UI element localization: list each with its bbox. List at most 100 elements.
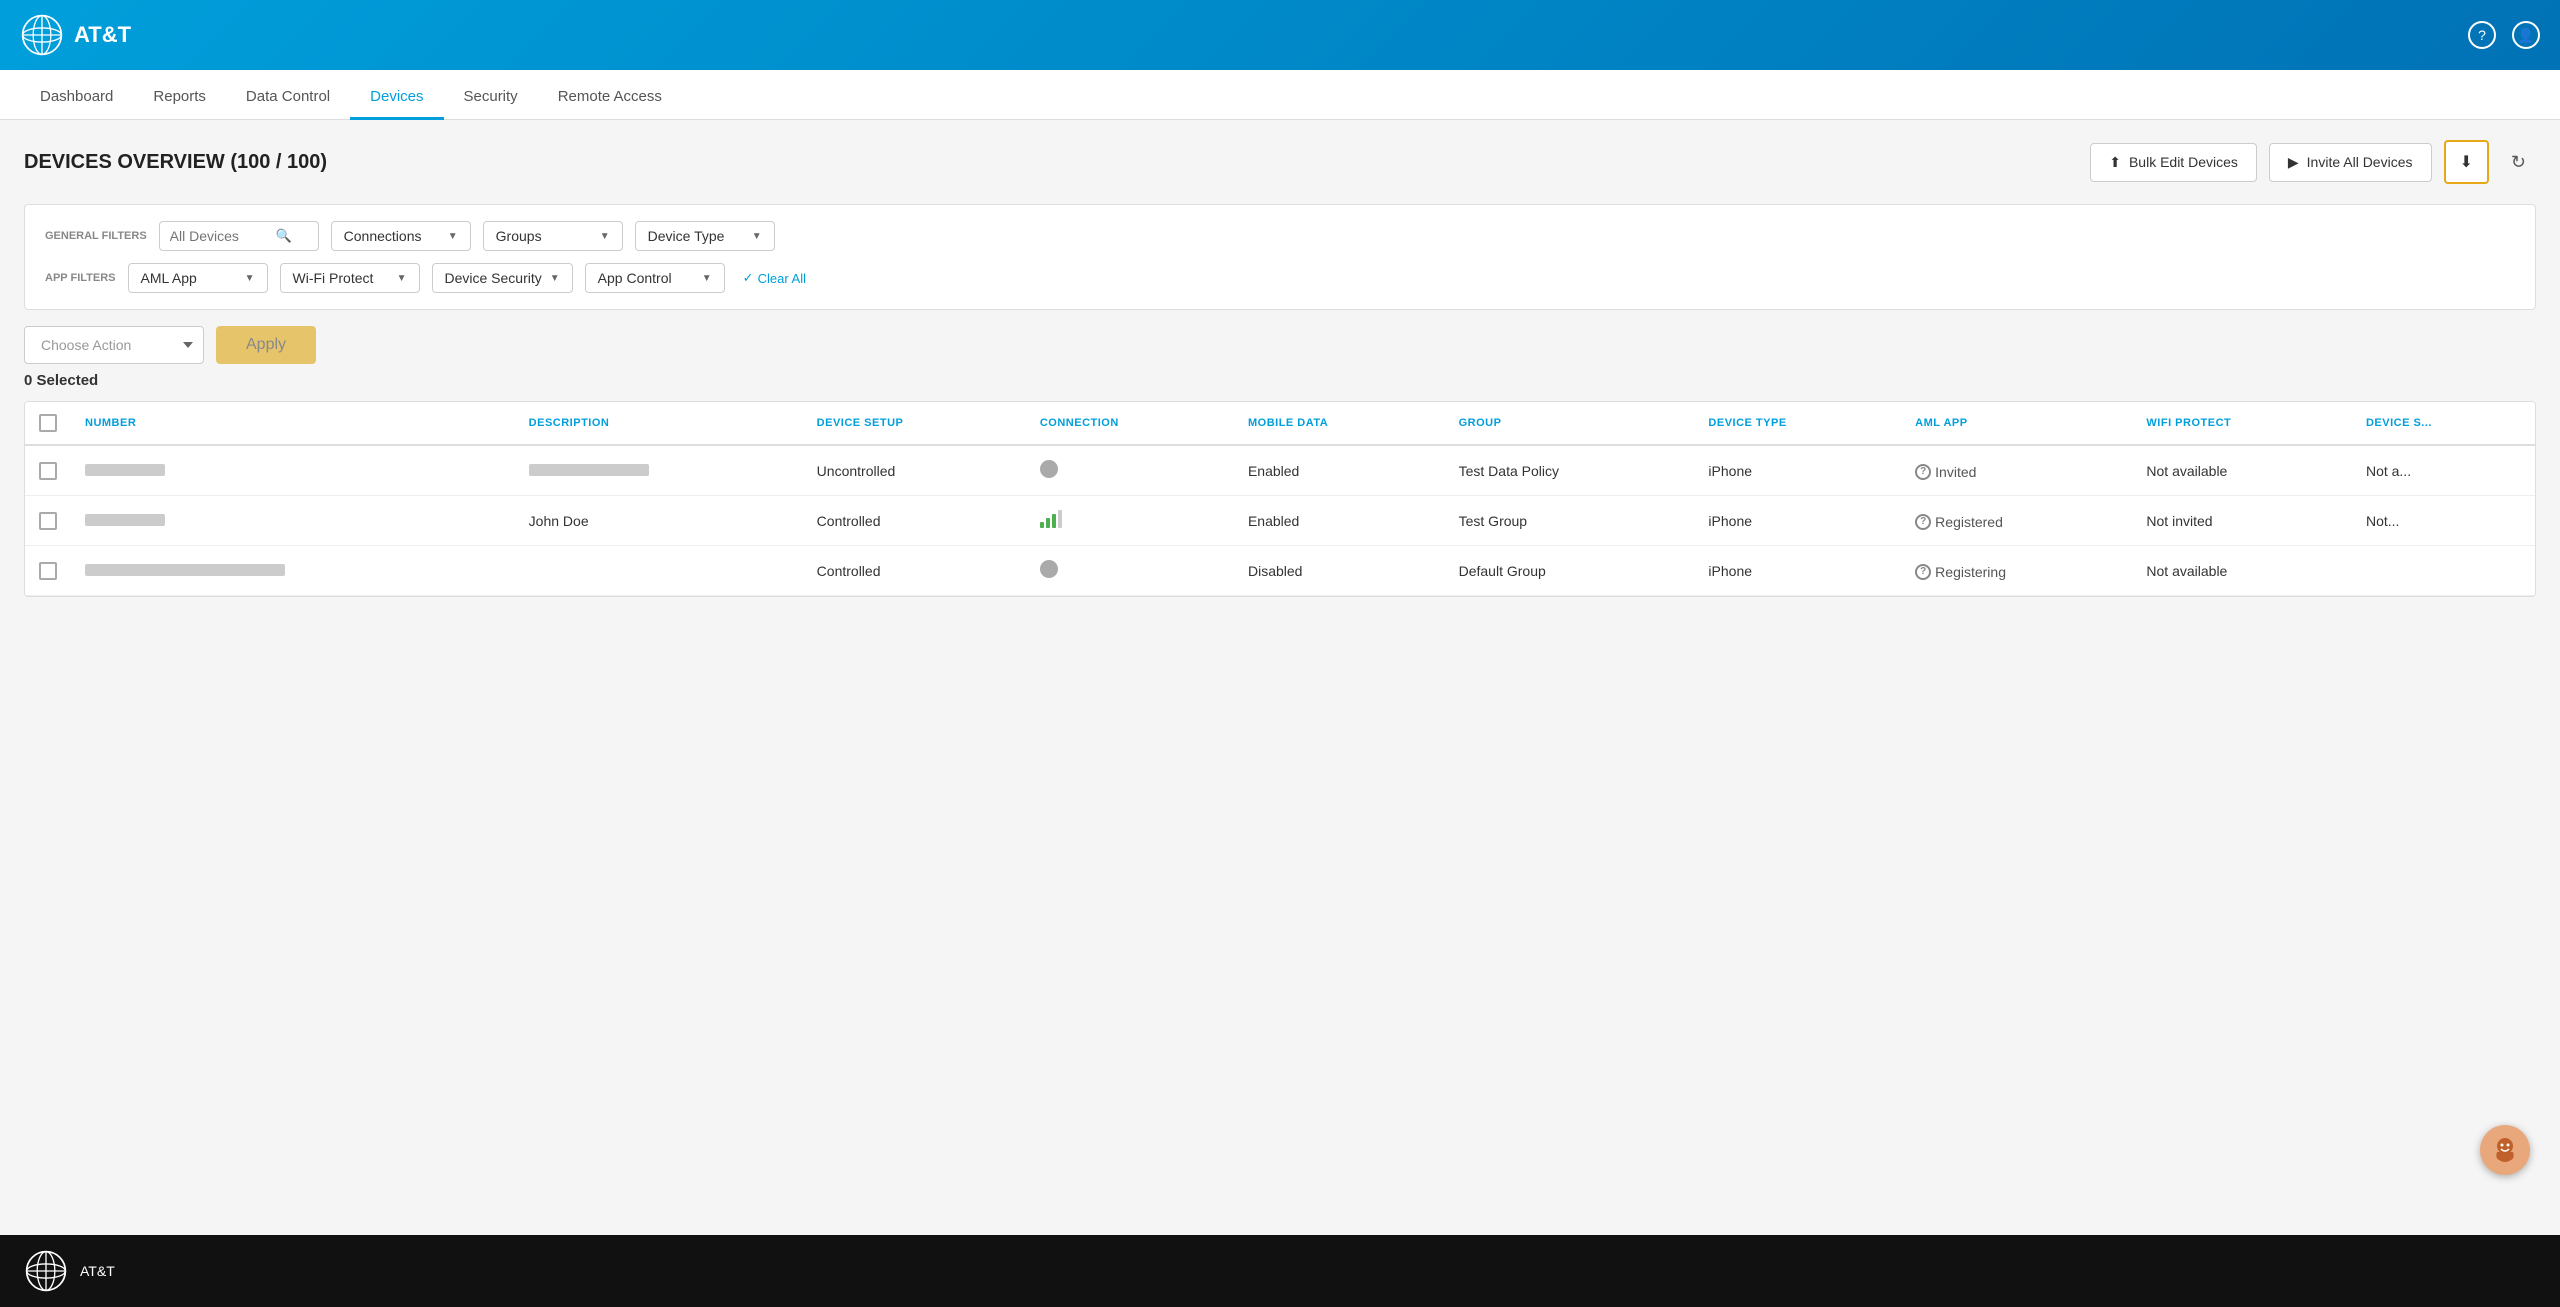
row2-aml-app: ? Registered	[1901, 496, 2132, 546]
selected-number: 0	[24, 372, 32, 389]
row1-group: Test Data Policy	[1445, 445, 1695, 496]
nav-dashboard[interactable]: Dashboard	[20, 76, 133, 120]
row3-connection-dot	[1040, 560, 1058, 578]
row3-number-redacted	[85, 564, 285, 576]
row1-aml-icon: ? Invited	[1915, 464, 1976, 480]
col-checkbox	[25, 402, 71, 445]
row1-device-security: Not a...	[2352, 445, 2535, 496]
col-connection[interactable]: CONNECTION	[1026, 402, 1234, 445]
row3-description	[515, 546, 803, 596]
choose-action-select[interactable]: Choose Action	[24, 326, 204, 364]
clear-all-label: Clear All	[758, 271, 806, 286]
filters-section: GENERAL FILTERS 🔍 Connections ▼ Groups ▼…	[24, 204, 2536, 310]
invite-all-button[interactable]: ▶ Invite All Devices	[2269, 143, 2432, 182]
general-filters-label: GENERAL FILTERS	[45, 229, 147, 243]
aml-app-label: AML App	[141, 270, 197, 286]
app-filters-label: APP FILTERS	[45, 271, 116, 285]
row2-aml-status: Registered	[1935, 514, 2003, 530]
chatbot-button[interactable]	[2480, 1125, 2530, 1175]
bulk-edit-button[interactable]: ⬆ Bulk Edit Devices	[2090, 143, 2257, 182]
row2-wifi-protect: Not invited	[2132, 496, 2352, 546]
groups-label: Groups	[496, 228, 542, 244]
signal-bar-4	[1058, 510, 1062, 528]
device-security-dropdown[interactable]: Device Security ▼	[432, 263, 573, 293]
nav-data-control[interactable]: Data Control	[226, 76, 350, 120]
row1-description	[515, 445, 803, 496]
row2-number	[71, 496, 515, 546]
row1-aml-status: Invited	[1935, 464, 1976, 480]
row2-checkbox-cell	[25, 496, 71, 546]
help-icon[interactable]: ?	[2468, 21, 2496, 49]
clear-all-button[interactable]: ✓ Clear All	[737, 264, 812, 292]
row3-question-icon: ?	[1915, 564, 1931, 580]
groups-dropdown[interactable]: Groups ▼	[483, 221, 623, 251]
col-device-type[interactable]: DEVICE TYPE	[1694, 402, 1901, 445]
row1-checkbox[interactable]	[39, 462, 57, 480]
col-aml-app[interactable]: AML APP	[1901, 402, 2132, 445]
row3-aml-status: Registering	[1935, 564, 2006, 580]
main-content: DEVICES OVERVIEW (100 / 100) ⬆ Bulk Edit…	[0, 120, 2560, 1235]
col-device-security[interactable]: DEVICE S...	[2352, 402, 2535, 445]
chevron-down-icon: ▼	[550, 273, 560, 284]
row2-group: Test Group	[1445, 496, 1695, 546]
send-icon: ▶	[2288, 154, 2299, 171]
wifi-protect-dropdown[interactable]: Wi-Fi Protect ▼	[280, 263, 420, 293]
row1-device-setup: Uncontrolled	[803, 445, 1026, 496]
row2-description: John Doe	[515, 496, 803, 546]
app-control-dropdown[interactable]: App Control ▼	[585, 263, 725, 293]
apply-button[interactable]: Apply	[216, 326, 316, 364]
col-mobile-data[interactable]: MOBILE DATA	[1234, 402, 1445, 445]
col-device-setup[interactable]: DEVICE SETUP	[803, 402, 1026, 445]
row2-device-security: Not...	[2352, 496, 2535, 546]
aml-app-dropdown[interactable]: AML App ▼	[128, 263, 268, 293]
nav-security[interactable]: Security	[444, 76, 538, 120]
chatbot-icon	[2491, 1136, 2519, 1164]
row1-aml-app: ? Invited	[1901, 445, 2132, 496]
row1-connection-dot	[1040, 460, 1058, 478]
chevron-down-icon: ▼	[752, 231, 762, 242]
search-box[interactable]: 🔍	[159, 221, 319, 251]
row3-checkbox[interactable]	[39, 562, 57, 580]
selected-label: Selected	[37, 372, 99, 389]
row1-connection	[1026, 445, 1234, 496]
nav-devices[interactable]: Devices	[350, 76, 443, 120]
nav-remote-access[interactable]: Remote Access	[538, 76, 682, 120]
row2-question-icon: ?	[1915, 514, 1931, 530]
col-number[interactable]: NUMBER	[71, 402, 515, 445]
page-title: DEVICES OVERVIEW (100 / 100)	[24, 151, 2090, 174]
selected-count: 0 Selected	[24, 372, 2536, 389]
row2-connection	[1026, 496, 1234, 546]
table-body: Uncontrolled Enabled Test Data Policy iP…	[25, 445, 2535, 596]
refresh-button[interactable]: ↻	[2501, 144, 2536, 181]
download-button[interactable]: ⬇	[2444, 140, 2489, 184]
col-wifi-protect[interactable]: WIFI PROTECT	[2132, 402, 2352, 445]
app-control-label: App Control	[598, 270, 672, 286]
user-icon[interactable]: 👤	[2512, 21, 2540, 49]
chevron-down-icon: ▼	[600, 231, 610, 242]
row1-question-icon: ?	[1915, 464, 1931, 480]
nav-reports[interactable]: Reports	[133, 76, 226, 120]
row3-aml-icon: ? Registering	[1915, 564, 2006, 580]
invite-all-label: Invite All Devices	[2307, 154, 2413, 170]
row2-mobile-data: Enabled	[1234, 496, 1445, 546]
table-row: Controlled Disabled Default Group iPhone…	[25, 546, 2535, 596]
header-icons: ? 👤	[2468, 21, 2540, 49]
device-type-label: Device Type	[648, 228, 725, 244]
col-description[interactable]: DESCRIPTION	[515, 402, 803, 445]
upload-icon: ⬆	[2109, 154, 2121, 171]
bulk-edit-label: Bulk Edit Devices	[2129, 154, 2238, 170]
general-filters-row: GENERAL FILTERS 🔍 Connections ▼ Groups ▼…	[45, 221, 2515, 251]
row3-connection	[1026, 546, 1234, 596]
row2-checkbox[interactable]	[39, 512, 57, 530]
chevron-down-icon: ▼	[448, 231, 458, 242]
col-group[interactable]: GROUP	[1445, 402, 1695, 445]
device-type-dropdown[interactable]: Device Type ▼	[635, 221, 775, 251]
row2-device-setup: Controlled	[803, 496, 1026, 546]
devices-table-container: NUMBER DESCRIPTION DEVICE SETUP CONNECTI…	[24, 401, 2536, 597]
row3-group: Default Group	[1445, 546, 1695, 596]
search-input[interactable]	[170, 228, 270, 244]
select-all-checkbox[interactable]	[39, 414, 57, 432]
connections-dropdown[interactable]: Connections ▼	[331, 221, 471, 251]
footer-att-globe-icon	[24, 1249, 68, 1293]
clear-icon: ✓	[743, 270, 754, 286]
